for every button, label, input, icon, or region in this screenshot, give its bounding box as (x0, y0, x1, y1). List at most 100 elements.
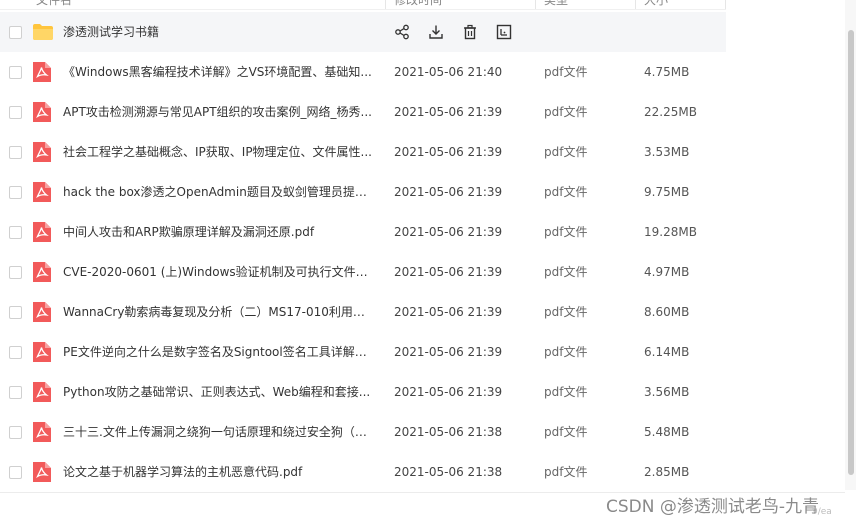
file-modified: 2021-05-06 21:39 (394, 385, 503, 399)
file-rows: 《Windows黑客编程技术详解》之VS环境配置、基础知... 2021-05-… (0, 52, 726, 492)
pdf-icon (33, 262, 51, 282)
row-checkbox[interactable] (9, 306, 22, 319)
file-type: pdf文件 (544, 345, 588, 359)
pdf-icon (33, 302, 51, 322)
file-type: pdf文件 (544, 105, 588, 119)
file-modified: 2021-05-06 21:39 (394, 145, 503, 159)
row-checkbox[interactable] (9, 106, 22, 119)
header-size[interactable]: 大小 (644, 0, 668, 8)
share-icon[interactable] (394, 24, 410, 40)
file-row[interactable]: 《Windows黑客编程技术详解》之VS环境配置、基础知... 2021-05-… (0, 52, 726, 92)
file-row[interactable]: Python攻防之基础常识、正则表达式、Web编程和套接... 2021-05-… (0, 372, 726, 412)
header-name[interactable]: 文件名 (36, 0, 72, 8)
header-type[interactable]: 类型 (544, 0, 568, 8)
file-size: 22.25MB (644, 105, 697, 119)
folder-row[interactable]: 渗透测试学习书籍 (0, 12, 726, 52)
file-row[interactable]: 论文之基于机器学习算法的主机恶意代码.pdf 2021-05-06 21:38 … (0, 452, 726, 492)
row-checkbox[interactable] (9, 146, 22, 159)
row-checkbox[interactable] (9, 466, 22, 479)
row-checkbox[interactable] (9, 386, 22, 399)
file-size: 3.56MB (644, 385, 690, 399)
file-type: pdf文件 (544, 265, 588, 279)
pdf-icon (33, 382, 51, 402)
file-modified: 2021-05-06 21:38 (394, 425, 503, 439)
file-row[interactable]: WannaCry勒索病毒复现及分析（二）MS17-010利用及... 2021-… (0, 292, 726, 332)
pdf-icon (33, 342, 51, 362)
file-type: pdf文件 (544, 385, 588, 399)
file-type: pdf文件 (544, 145, 588, 159)
file-type: pdf文件 (544, 465, 588, 479)
file-name[interactable]: 三十三.文件上传漏洞之绕狗一句话原理和绕过安全狗（六... (63, 412, 375, 452)
file-name[interactable]: CVE-2020-0601 (上)Windows验证机制及可执行文件签... (63, 252, 375, 292)
row-checkbox[interactable] (9, 426, 22, 439)
file-size: 2.85MB (644, 465, 690, 479)
file-row[interactable]: PE文件逆向之什么是数字签名及Signtool签名工具详解（... 2021-0… (0, 332, 726, 372)
file-modified: 2021-05-06 21:39 (394, 345, 503, 359)
row-checkbox[interactable] (9, 186, 22, 199)
pdf-icon (33, 102, 51, 122)
file-name[interactable]: 《Windows黑客编程技术详解》之VS环境配置、基础知... (63, 52, 375, 92)
pdf-icon (33, 222, 51, 242)
file-name[interactable]: PE文件逆向之什么是数字签名及Signtool签名工具详解（... (63, 332, 375, 372)
file-type: pdf文件 (544, 65, 588, 79)
file-size: 3.53MB (644, 145, 690, 159)
file-row[interactable]: APT攻击检测溯源与常见APT组织的攻击案例_网络_杨秀... 2021-05-… (0, 92, 726, 132)
file-name[interactable]: hack the box渗透之OpenAdmin题目及蚁剑管理员提权... (63, 172, 375, 212)
header-divider (635, 0, 636, 9)
file-name[interactable]: APT攻击检测溯源与常见APT组织的攻击案例_网络_杨秀... (63, 92, 375, 132)
file-size: 8.60MB (644, 305, 690, 319)
file-modified: 2021-05-06 21:39 (394, 105, 503, 119)
scrollbar-thumb[interactable] (848, 30, 854, 475)
pdf-icon (33, 462, 51, 482)
pdf-icon (33, 142, 51, 162)
file-row[interactable]: 中间人攻击和ARP欺骗原理详解及漏洞还原.pdf 2021-05-06 21:3… (0, 212, 726, 252)
row-checkbox[interactable] (9, 26, 22, 39)
file-size: 9.75MB (644, 185, 690, 199)
file-type: pdf文件 (544, 225, 588, 239)
folder-icon (33, 24, 53, 40)
file-modified: 2021-05-06 21:39 (394, 265, 503, 279)
list-header: 文件名 修改时间 类型 大小 (0, 0, 726, 10)
file-row[interactable]: CVE-2020-0601 (上)Windows验证机制及可执行文件签... 2… (0, 252, 726, 292)
file-name[interactable]: Python攻防之基础常识、正则表达式、Web编程和套接... (63, 372, 375, 412)
header-divider (385, 0, 386, 9)
file-size: 6.14MB (644, 345, 690, 359)
folder-name[interactable]: 渗透测试学习书籍 (63, 12, 375, 52)
file-size: 4.75MB (644, 65, 690, 79)
pdf-icon (33, 422, 51, 442)
file-name[interactable]: 论文之基于机器学习算法的主机恶意代码.pdf (63, 452, 375, 492)
file-modified: 2021-05-06 21:38 (394, 465, 503, 479)
file-modified: 2021-05-06 21:39 (394, 225, 503, 239)
row-actions (394, 24, 512, 40)
download-icon[interactable] (428, 24, 444, 40)
pdf-icon (33, 182, 51, 202)
file-row[interactable]: 三十三.文件上传漏洞之绕狗一句话原理和绕过安全狗（六... 2021-05-06… (0, 412, 726, 452)
file-type: pdf文件 (544, 305, 588, 319)
file-modified: 2021-05-06 21:39 (394, 185, 503, 199)
watermark: CSDN @渗透测试老鸟-九青 (606, 497, 820, 517)
pdf-icon (33, 62, 51, 82)
row-checkbox[interactable] (9, 226, 22, 239)
file-modified: 2021-05-06 21:39 (394, 305, 503, 319)
header-divider (535, 0, 536, 9)
row-checkbox[interactable] (9, 346, 22, 359)
file-type: pdf文件 (544, 185, 588, 199)
file-size: 5.48MB (644, 425, 690, 439)
file-name[interactable]: WannaCry勒索病毒复现及分析（二）MS17-010利用及... (63, 292, 375, 332)
file-name[interactable]: 社会工程学之基础概念、IP获取、IP物理定位、文件属性... (63, 132, 375, 172)
file-row[interactable]: 社会工程学之基础概念、IP获取、IP物理定位、文件属性... 2021-05-0… (0, 132, 726, 172)
header-divider (725, 0, 726, 9)
corner-mark: 9/ea (812, 507, 832, 517)
delete-icon[interactable] (462, 24, 478, 40)
file-size: 19.28MB (644, 225, 697, 239)
file-row[interactable]: hack the box渗透之OpenAdmin题目及蚁剑管理员提权... 20… (0, 172, 726, 212)
file-list: 渗透测试学习书籍 《Windows黑客编程技术详解》之VS环境配置、基础知...… (0, 12, 726, 492)
header-modified[interactable]: 修改时间 (394, 0, 442, 8)
file-size: 4.97MB (644, 265, 690, 279)
file-manager: 文件名 修改时间 类型 大小 渗透测试学习书籍 《Windows黑客编程技术详解… (0, 0, 856, 523)
file-modified: 2021-05-06 21:40 (394, 65, 503, 79)
row-checkbox[interactable] (9, 266, 22, 279)
row-checkbox[interactable] (9, 66, 22, 79)
file-name[interactable]: 中间人攻击和ARP欺骗原理详解及漏洞还原.pdf (63, 212, 375, 252)
more-icon[interactable] (496, 24, 512, 40)
